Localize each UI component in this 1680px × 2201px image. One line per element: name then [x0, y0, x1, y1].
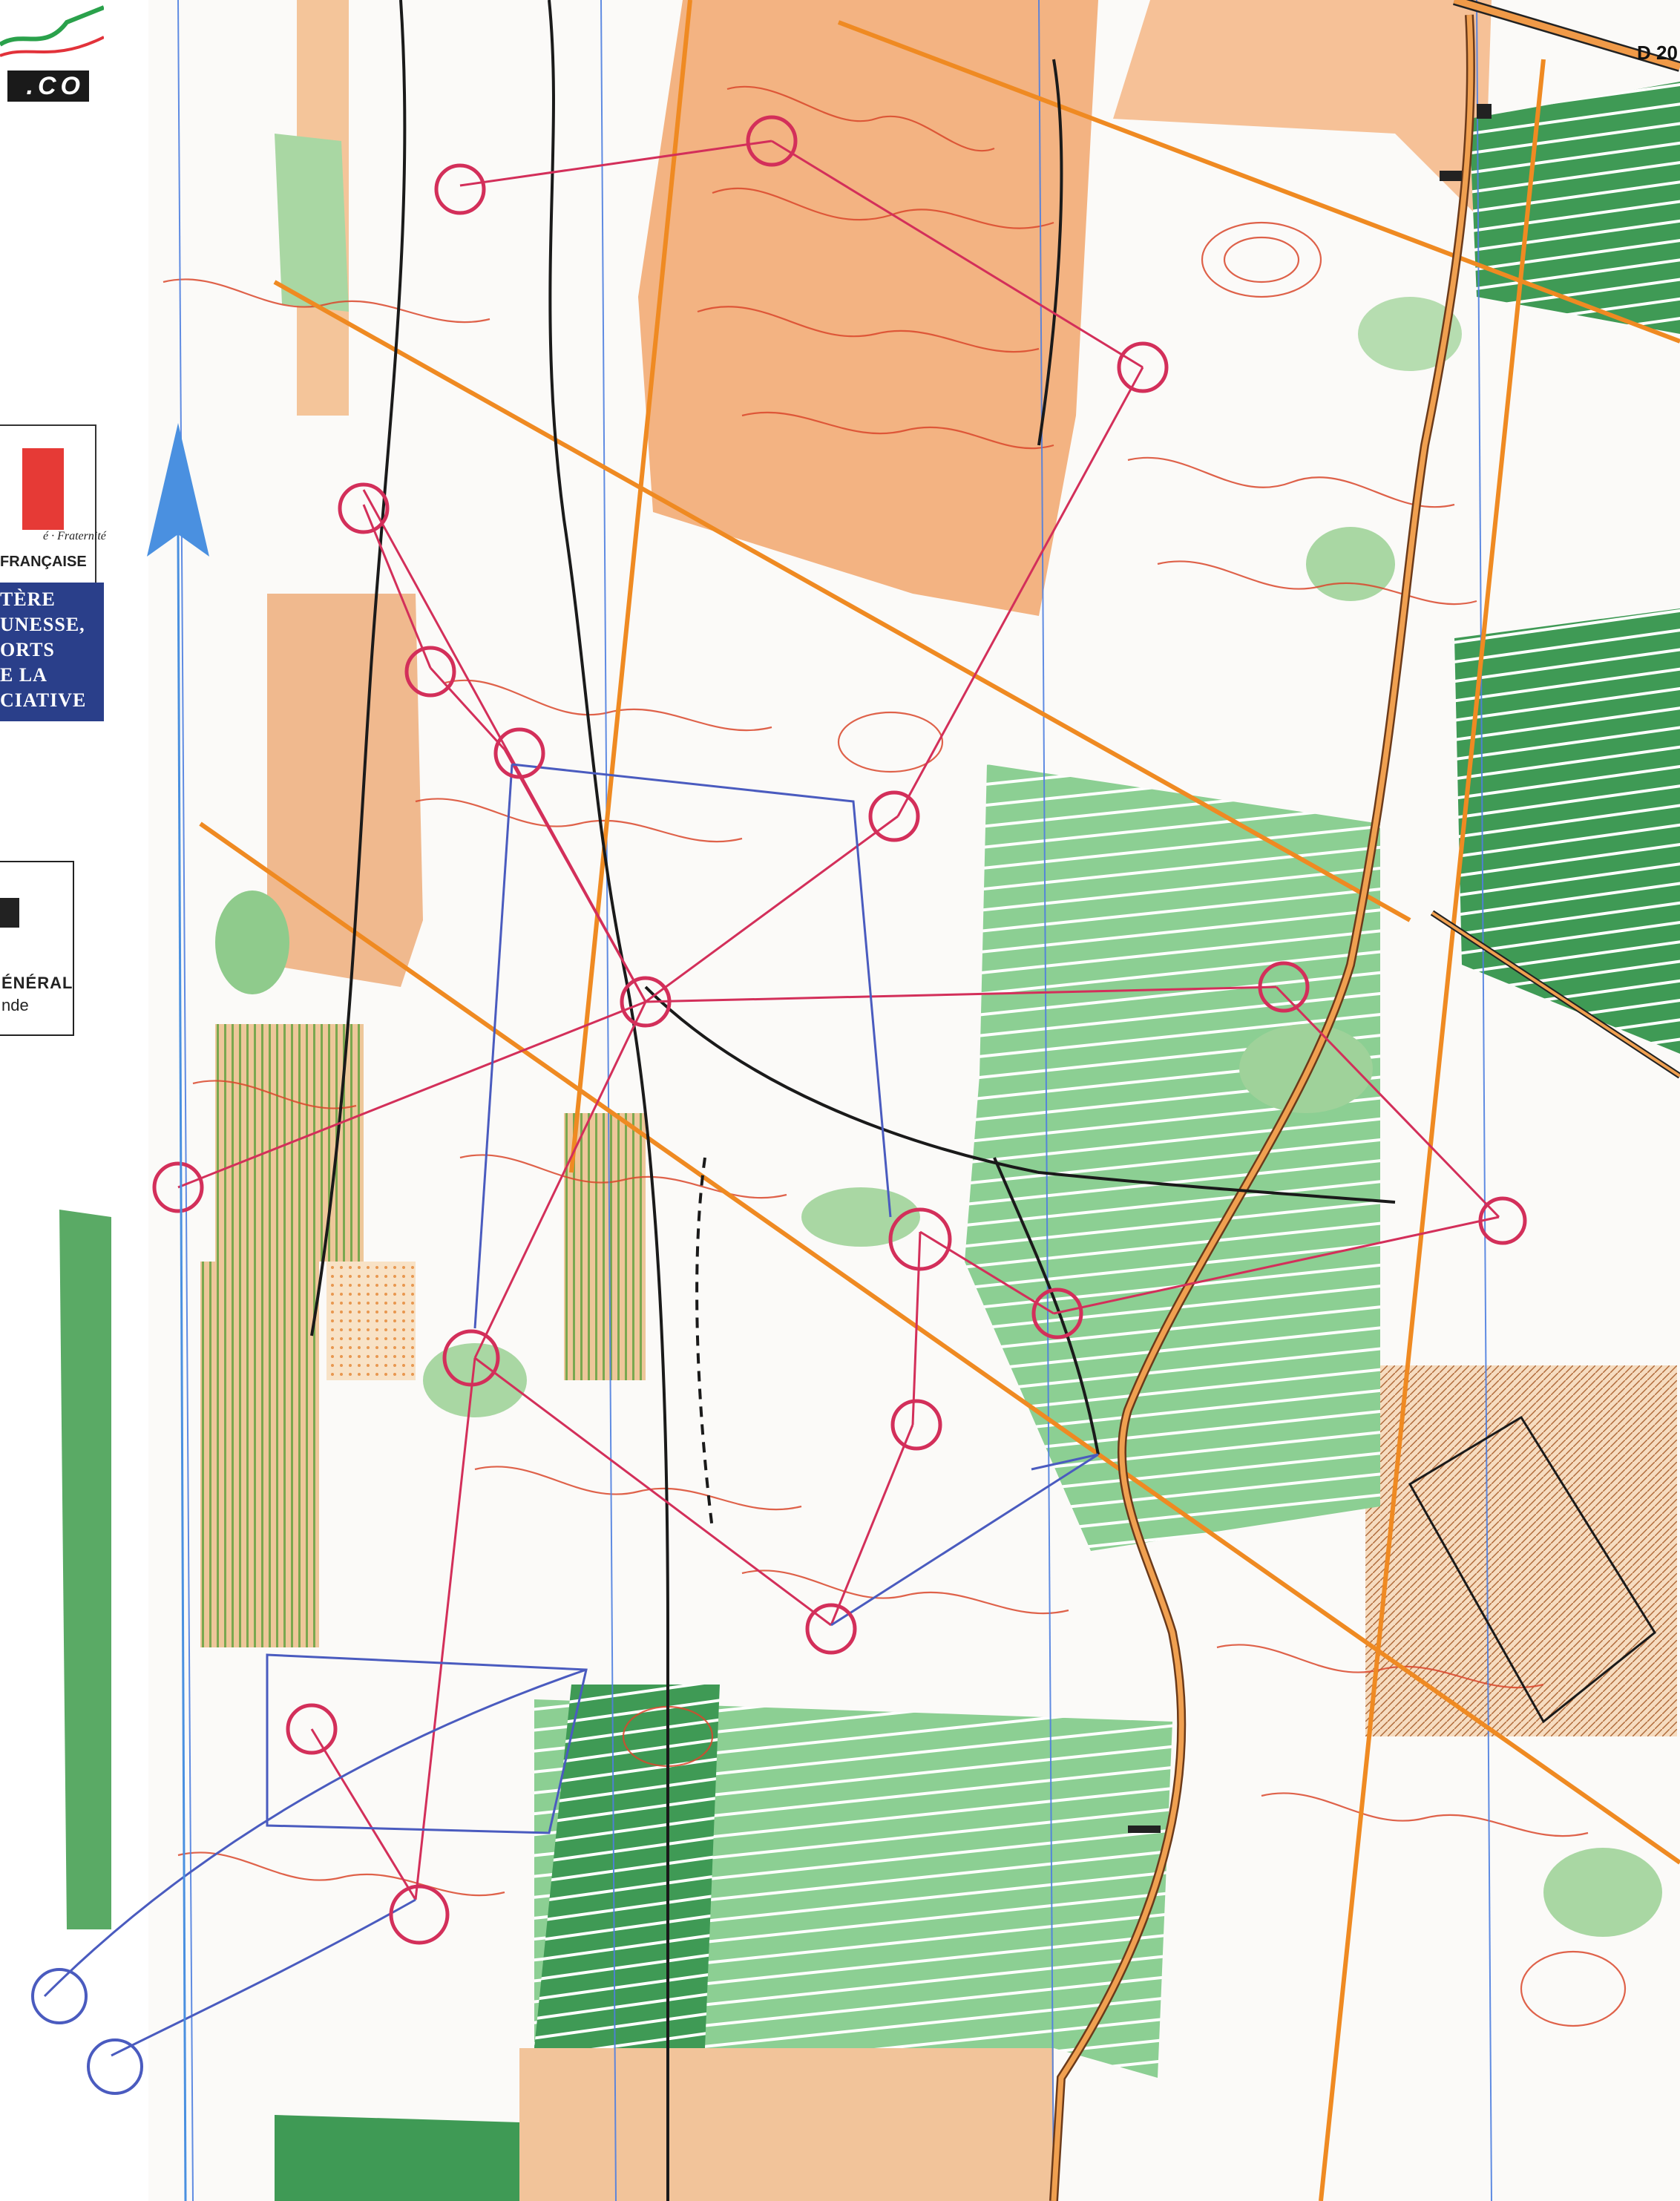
open-land-northeast [1113, 0, 1492, 223]
green-plantation-east [1469, 82, 1680, 334]
orienteering-map: .CO é · Fraternité FRANÇAISE TÈRE UNESSE… [0, 0, 1680, 2201]
club-logo: .CO [0, 0, 105, 111]
control-circle-icon [868, 790, 920, 842]
control-circle-icon [493, 727, 545, 779]
open-land-south [519, 2048, 1054, 2201]
flag-motto: é · Fraternité [43, 530, 106, 542]
sponsor-line: nde [1, 996, 29, 1014]
control-circle-icon [434, 163, 486, 215]
road-label: D 20 [1637, 42, 1678, 64]
green-patch [423, 1343, 527, 1417]
rough-dots [327, 1262, 416, 1380]
rough-hatch-3 [564, 1113, 646, 1380]
map-drawing [0, 0, 1680, 2201]
flag-caption: FRANÇAISE [0, 554, 87, 570]
control-circle-icon [805, 1603, 857, 1655]
sponsor-line: ÉNÉRAL [1, 974, 73, 992]
ministry-line: E LA [0, 664, 47, 686]
club-logo-text: .CO [7, 70, 89, 102]
rough-hatch-2 [200, 1262, 319, 1647]
north-arrow-icon [147, 423, 209, 2201]
ministry-line: TÈRE [0, 588, 56, 610]
ministry-line: CIATIVE [0, 689, 87, 711]
ministry-line: ORTS [0, 639, 55, 660]
hexagon-icon [0, 898, 19, 928]
wave-icon [0, 5, 105, 57]
green-patch [1543, 1848, 1662, 1937]
green-patch [215, 890, 289, 994]
green-strip-northwest [275, 134, 349, 312]
ministry-line: UNESSE, [0, 614, 85, 635]
green-plantation-east-2 [1454, 609, 1680, 1054]
republic-logo: é · Fraternité FRANÇAISE [0, 424, 106, 587]
sponsor-logo: ÉNÉRAL nde [0, 861, 74, 1036]
control-circle-icon [890, 1399, 942, 1451]
ministry-logo: TÈRE UNESSE, ORTS E LA CIATIVE [0, 583, 104, 721]
green-south-west [275, 2115, 519, 2201]
green-plantation-center [965, 764, 1380, 1551]
green-patch [1306, 527, 1395, 601]
control-circle-icon [389, 1884, 450, 1945]
green-strip-west [59, 1210, 111, 1929]
